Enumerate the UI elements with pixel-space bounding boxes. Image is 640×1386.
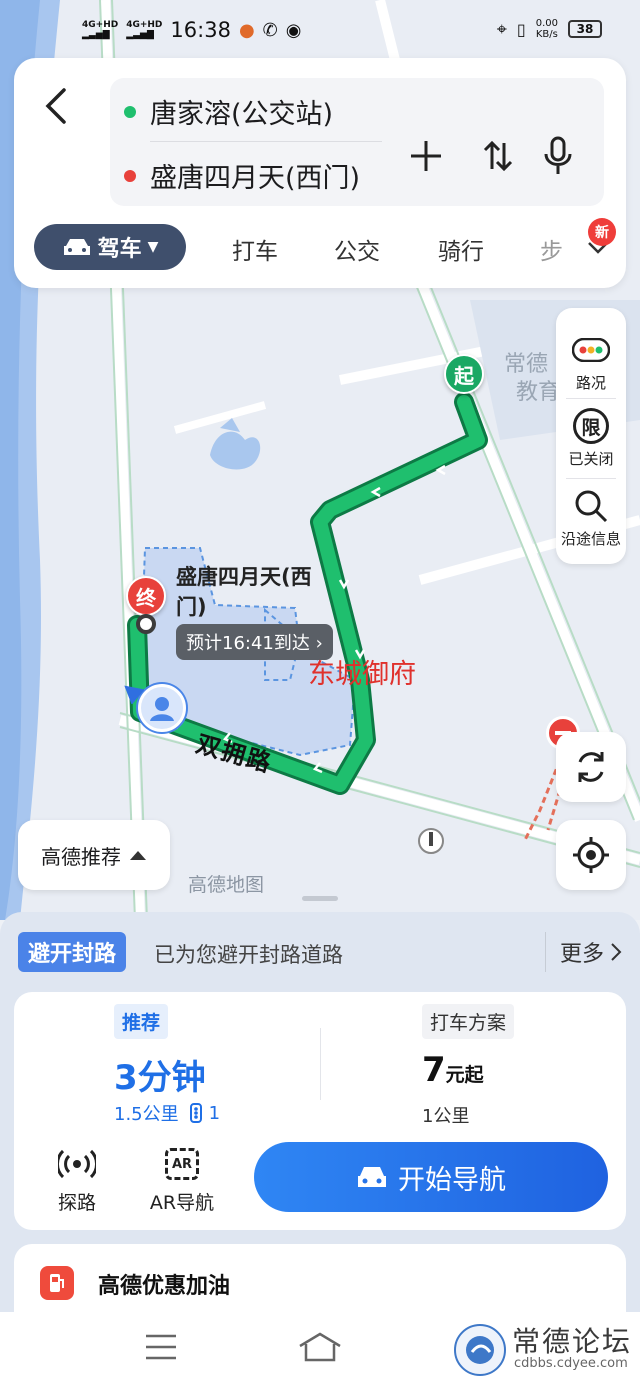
tab-bus[interactable]: 公交: [334, 232, 380, 266]
more-button[interactable]: 更多: [544, 932, 622, 972]
restriction-icon: 限: [573, 408, 609, 444]
swap-button[interactable]: [478, 136, 518, 176]
microphone-icon: [544, 136, 572, 174]
fuel-pump-icon: [40, 1266, 74, 1300]
location-arrow-icon: [124, 685, 144, 704]
caret-up-icon: [130, 851, 146, 860]
status-bar: 4G+HD ▂▃▅▇ 4G+HD ▂▃▅▇ 16:38 ● ✆ ◉ ⌖ ▯ 0.00…: [0, 18, 640, 54]
route-plan-card: 推荐 3分钟 1.5公里 1 打车方案 7元起 1公里 探路 AR AR导航 开…: [14, 992, 626, 1230]
voice-button[interactable]: [538, 136, 578, 176]
divider: [320, 1028, 321, 1100]
map-watermark: 高德地图: [188, 874, 265, 896]
origin-field[interactable]: 唐家溶(公交站): [124, 92, 333, 131]
tab-taxi[interactable]: 打车: [232, 232, 278, 266]
new-badge: 新: [588, 218, 616, 246]
radar-icon: [58, 1149, 96, 1179]
wechat-icon: ◉: [285, 19, 302, 41]
taxi-price: 7元起: [422, 1050, 484, 1090]
traffic-light-count-icon: [189, 1103, 202, 1123]
car-icon: [358, 1167, 386, 1187]
tab-drive[interactable]: 驾车 ▼: [34, 224, 186, 270]
clock: 16:38: [170, 18, 231, 42]
back-arrow-icon[interactable]: [38, 86, 72, 126]
destination-dot-icon: [124, 169, 136, 182]
location-icon: ⌖: [496, 18, 507, 40]
destination-field[interactable]: 盛唐四月天(西门): [124, 156, 360, 195]
system-nav-bar: 常德论坛 cdbbs.cdyee.com: [0, 1312, 640, 1386]
recommend-tag: 推荐: [114, 1004, 169, 1039]
eta-text: 预计16:41到达: [186, 633, 310, 654]
poi-marker-icon: [418, 828, 444, 854]
transport-tabs: 驾车 ▼ 打车 公交 骑行 步 新: [34, 218, 626, 272]
plan-distance: 1.5公里 1: [114, 1102, 221, 1126]
sheet-drag-handle[interactable]: [302, 896, 338, 901]
plan-time: 3分钟: [114, 1058, 206, 1098]
route-inputs: 唐家溶(公交站) 盛唐四月天(西门): [110, 78, 604, 206]
taxi-distance: 1公里: [422, 1106, 470, 1127]
divider: [566, 478, 616, 479]
end-point-dot: [136, 614, 156, 634]
poi-label[interactable]: 东城御府: [308, 652, 416, 691]
destination-map-label[interactable]: 盛唐四月天(西门): [176, 562, 326, 622]
chevron-right-icon: [611, 943, 622, 961]
divider: [150, 141, 382, 142]
chevron-right-icon: ›: [315, 633, 323, 654]
swap-icon: [483, 140, 513, 172]
net-speed: 0.00 KB/s: [535, 18, 558, 40]
notice-tag: 避开封路: [18, 932, 127, 972]
user-avatar-icon[interactable]: [138, 684, 186, 732]
car-icon: [63, 239, 90, 255]
forum-logo-icon: [454, 1324, 506, 1376]
explore-button[interactable]: 探路: [32, 1144, 122, 1215]
locate-icon: [573, 837, 609, 873]
forum-name: 常德论坛: [512, 1325, 633, 1358]
locate-button[interactable]: [556, 820, 626, 890]
phone-icon: ✆: [262, 19, 278, 41]
forum-url: cdbbs.cdyee.com: [514, 1356, 628, 1371]
battery-icon: 38: [568, 20, 602, 38]
map-tools-panel: 路况 限 已关闭 沿途信息: [556, 308, 626, 564]
app-notification-icon: ●: [238, 19, 255, 41]
origin-dot-icon: [124, 105, 136, 118]
plus-icon: [411, 141, 441, 171]
signal-2: 4G+HD ▂▃▅▇: [126, 20, 163, 40]
notice-text: 已为您避开封路道路: [154, 943, 343, 967]
signal-1: 4G+HD ▂▃▅▇: [82, 20, 119, 40]
menu-icon[interactable]: [144, 1332, 178, 1362]
end-pin[interactable]: 终: [126, 576, 166, 616]
start-pin[interactable]: 起: [444, 354, 484, 394]
along-route-button[interactable]: 沿途信息: [556, 484, 626, 549]
traffic-toggle[interactable]: 路况: [556, 328, 626, 393]
tab-ride[interactable]: 骑行: [438, 232, 484, 266]
forum-watermark: 常德论坛 cdbbs.cdyee.com: [452, 1320, 632, 1380]
caret-down-icon: ▼: [147, 239, 159, 255]
restriction-toggle[interactable]: 限 已关闭: [556, 404, 626, 469]
taxi-tag: 打车方案: [422, 1004, 515, 1039]
add-waypoint-button[interactable]: [406, 136, 446, 176]
divider: [566, 398, 616, 399]
home-icon[interactable]: [298, 1332, 342, 1362]
start-navigation-button[interactable]: 开始导航: [254, 1142, 608, 1212]
traffic-light-icon: [572, 338, 610, 362]
fuel-promo-text: 高德优惠加油: [98, 1274, 231, 1299]
refresh-route-button[interactable]: [556, 732, 626, 802]
area-label-2: 教育: [516, 380, 561, 405]
refresh-icon: [578, 752, 604, 782]
recommend-dropdown[interactable]: 高德推荐: [18, 820, 170, 890]
ar-nav-button[interactable]: AR AR导航: [138, 1144, 226, 1215]
route-search-card: 唐家溶(公交站) 盛唐四月天(西门) 驾车 ▼ 打车 公交 骑行 步 新: [14, 58, 626, 288]
ar-icon: AR: [165, 1148, 199, 1180]
search-icon: [575, 490, 608, 523]
vibrate-icon: ▯: [516, 19, 526, 39]
tab-walk[interactable]: 步: [540, 232, 562, 266]
road-closure-notice: 避开封路 已为您避开封路道路 更多: [18, 932, 622, 972]
